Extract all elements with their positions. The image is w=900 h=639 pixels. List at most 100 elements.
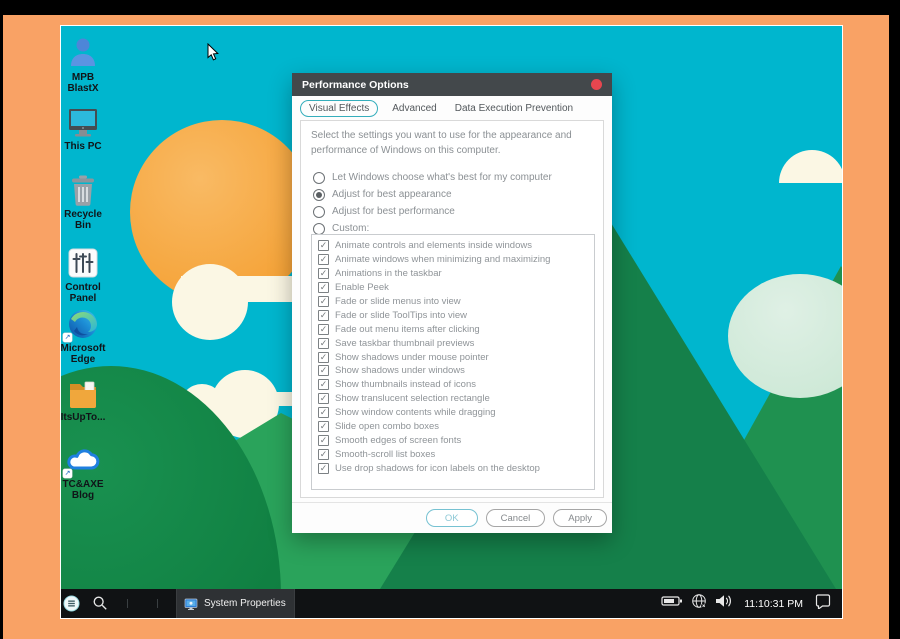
- checkbox-option[interactable]: Fade out menu items after clicking: [312, 322, 594, 336]
- checkbox-icon: [318, 254, 329, 266]
- checkbox-option[interactable]: Show shadows under mouse pointer: [312, 350, 594, 364]
- settings-panel: Select the settings you want to use for …: [300, 120, 604, 498]
- checkbox-option[interactable]: Show window contents while dragging: [312, 406, 594, 420]
- cloud-icon: ↗: [63, 443, 100, 478]
- system-monitor-icon: [184, 597, 198, 611]
- shortcut-arrow-icon: ↗: [63, 469, 72, 478]
- checkbox-label: Show thumbnails instead of icons: [335, 379, 476, 391]
- radio-label: Let Windows choose what's best for my co…: [332, 172, 552, 183]
- checkbox-label: Fade or slide ToolTips into view: [335, 309, 468, 321]
- checkbox-option[interactable]: Fade or slide menus into view: [312, 295, 594, 309]
- taskbar-separator: [157, 599, 158, 608]
- wallpaper-mist-cloud: [728, 274, 842, 398]
- dialog-button[interactable]: Apply: [553, 509, 607, 527]
- framed-screenshot: MPB BlastX This PC Recycle Bin Control P…: [0, 0, 900, 639]
- checkbox-icon: [318, 393, 329, 405]
- checkbox-option[interactable]: Smooth-scroll list boxes: [312, 447, 594, 461]
- performance-options-dialog: Performance Options Visual Effects Advan…: [292, 73, 612, 533]
- checkbox-option[interactable]: Show shadows under windows: [312, 364, 594, 378]
- radio-option[interactable]: Adjust for best performance: [301, 203, 603, 220]
- checkbox-option[interactable]: Show thumbnails instead of icons: [312, 378, 594, 392]
- tab[interactable]: Data Execution Prevention: [451, 101, 577, 116]
- checkbox-label: Animate controls and elements inside win…: [335, 240, 532, 252]
- dialog-button[interactable]: Cancel: [485, 509, 546, 527]
- wallpaper-cloud-semicircle: [779, 150, 842, 183]
- radio-icon: [313, 171, 325, 184]
- desktop-icon-this-pc[interactable]: This PC: [61, 105, 107, 152]
- taskbar-clock[interactable]: 11:10:31 PM: [744, 598, 803, 610]
- start-button[interactable]: [63, 595, 80, 612]
- checkbox-icon: [318, 268, 329, 280]
- icon-label: Microsoft Edge: [61, 343, 106, 366]
- action-center-icon[interactable]: [814, 593, 832, 614]
- radio-label: Adjust for best performance: [332, 206, 455, 217]
- tab[interactable]: Visual Effects: [300, 100, 379, 117]
- edge-icon: ↗: [63, 307, 100, 342]
- taskbar-separator: [127, 599, 128, 608]
- checkbox-icon: [318, 296, 329, 307]
- checkbox-option[interactable]: Show translucent selection rectangle: [312, 392, 594, 406]
- checkbox-label: Fade out menu items after clicking: [335, 323, 480, 335]
- checkbox-icon: [318, 337, 329, 349]
- checkbox-label: Smooth edges of screen fonts: [335, 434, 462, 446]
- settings-description: Select the settings you want to use for …: [311, 130, 572, 156]
- dialog-titlebar[interactable]: Performance Options: [292, 73, 612, 96]
- checkbox-label: Save taskbar thumbnail previews: [335, 337, 475, 349]
- dialog-footer: OK Cancel Apply: [292, 502, 612, 533]
- checkbox-option[interactable]: Slide open combo boxes: [312, 420, 594, 434]
- volume-icon[interactable]: [715, 594, 733, 613]
- sliders-icon: [66, 246, 100, 280]
- checkbox-option[interactable]: Animate controls and elements inside win…: [312, 239, 594, 253]
- checkbox-option[interactable]: Animations in the taskbar: [312, 267, 594, 281]
- checkbox-label: Animate windows when minimizing and maxi…: [335, 254, 551, 266]
- checkbox-option[interactable]: Smooth edges of screen fonts: [312, 433, 594, 447]
- checkbox-icon: [318, 282, 329, 294]
- monitor-screen: MPB BlastX This PC Recycle Bin Control P…: [60, 25, 843, 619]
- icon-label: TC&AXE Blog: [62, 479, 104, 502]
- dialog-tabs: Visual Effects Advanced Data Execution P…: [292, 96, 612, 118]
- checkbox-option[interactable]: Enable Peek: [312, 281, 594, 295]
- desktop-icon-itsupto-folder[interactable]: ItsUpTo...: [61, 376, 107, 423]
- checkbox-icon: [318, 309, 329, 321]
- tab[interactable]: Advanced: [388, 101, 440, 116]
- taskbar-task-system-properties[interactable]: System Properties: [176, 589, 295, 618]
- battery-icon[interactable]: [661, 594, 683, 613]
- checkbox-label: Show translucent selection rectangle: [335, 393, 490, 405]
- checkbox-option[interactable]: Animate windows when minimizing and maxi…: [312, 253, 594, 267]
- icon-label: MPB BlastX: [67, 72, 99, 95]
- desktop-icon-recycle-bin[interactable]: Recycle Bin: [61, 173, 107, 231]
- radio-label: Adjust for best appearance: [332, 189, 452, 200]
- radio-icon: [313, 222, 325, 235]
- desktop-icon-control-panel[interactable]: Control Panel: [61, 246, 107, 304]
- close-icon[interactable]: [591, 79, 602, 90]
- radio-option[interactable]: Adjust for best appearance: [301, 186, 603, 203]
- mouse-cursor: [207, 42, 221, 63]
- network-globe-icon[interactable]: [691, 593, 707, 614]
- folder-icon: [66, 376, 100, 410]
- icon-label: ItsUpTo...: [61, 412, 106, 423]
- desktop-icon-tcaxe-blog[interactable]: ↗ TC&AXE Blog: [61, 443, 107, 501]
- checkbox-label: Slide open combo boxes: [335, 421, 440, 433]
- desktop-wallpaper: MPB BlastX This PC Recycle Bin Control P…: [61, 26, 842, 589]
- checkbox-label: Use drop shadows for icon labels on the …: [335, 462, 540, 474]
- checkbox-icon: [318, 407, 329, 419]
- checkbox-label: Show shadows under windows: [335, 365, 465, 377]
- desktop-icon-mpb-blastx[interactable]: MPB BlastX: [61, 36, 107, 94]
- checkbox-icon: [318, 421, 329, 433]
- checkbox-label: Fade or slide menus into view: [335, 296, 461, 307]
- visual-effects-listbox[interactable]: Animate controls and elements inside win…: [311, 234, 595, 490]
- checkbox-option[interactable]: Use drop shadows for icon labels on the …: [312, 461, 594, 475]
- search-icon[interactable]: [92, 595, 108, 611]
- icon-label: Control Panel: [65, 282, 101, 305]
- checkbox-label: Smooth-scroll list boxes: [335, 448, 436, 460]
- checkbox-icon: [318, 434, 329, 446]
- shortcut-arrow-icon: ↗: [63, 333, 72, 342]
- radio-option[interactable]: Let Windows choose what's best for my co…: [301, 169, 603, 186]
- taskbar: System Properties 11:10:31 PM: [61, 589, 842, 618]
- dialog-button[interactable]: OK: [425, 509, 478, 527]
- radio-icon: [313, 205, 325, 218]
- checkbox-icon: [318, 448, 329, 460]
- checkbox-option[interactable]: Save taskbar thumbnail previews: [312, 336, 594, 350]
- checkbox-option[interactable]: Fade or slide ToolTips into view: [312, 308, 594, 322]
- desktop-icon-microsoft-edge[interactable]: ↗ Microsoft Edge: [61, 307, 107, 365]
